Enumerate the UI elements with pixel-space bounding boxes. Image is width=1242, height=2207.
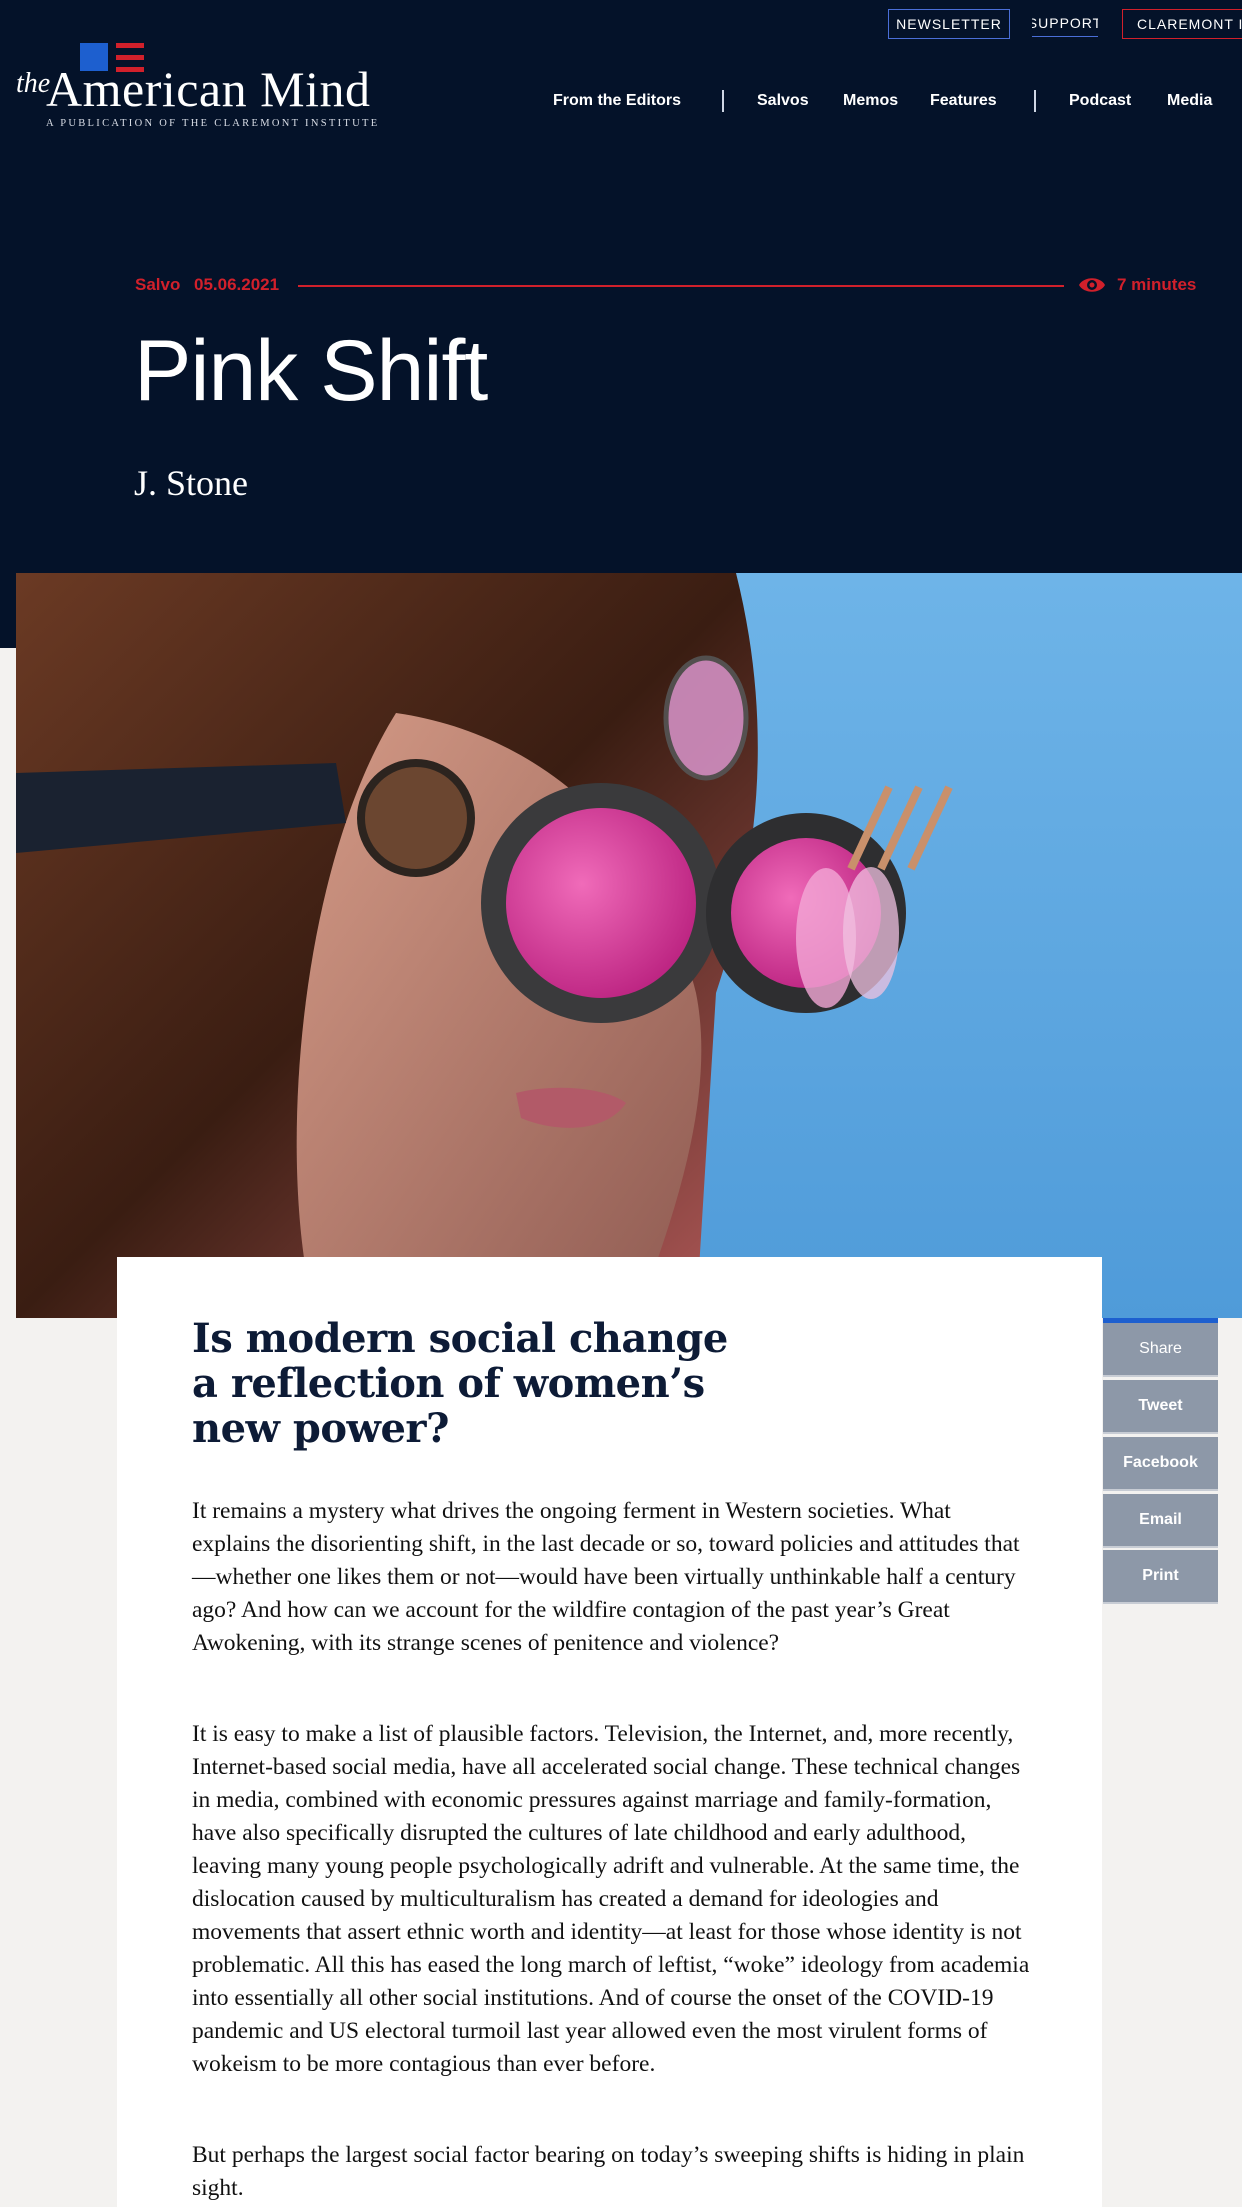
newsletter-button[interactable]: NEWSLETTER	[888, 9, 1010, 39]
claremont-institute-button[interactable]: CLAREMONT IN	[1122, 9, 1242, 39]
email-share-button[interactable]: Email	[1103, 1494, 1218, 1548]
nav-from-the-editors[interactable]: From the Editors	[553, 92, 681, 110]
site-logo[interactable]: the American Mind A PUBLICATION OF THE C…	[16, 38, 380, 134]
read-time: 7 minutes	[1117, 275, 1197, 294]
nav-podcast[interactable]: Podcast	[1069, 92, 1131, 110]
print-button[interactable]: Print	[1103, 1550, 1218, 1604]
facebook-share-button[interactable]: Facebook	[1103, 1437, 1218, 1491]
nav-features[interactable]: Features	[930, 92, 997, 110]
hero-illustration	[16, 573, 1242, 1318]
article-title: Pink Shift	[134, 323, 488, 419]
support-link[interactable]: SUPPORT	[1032, 9, 1098, 37]
article-paragraph: But perhaps the largest social factor be…	[192, 2142, 1025, 2201]
article-deck: Is modern social change a reflection of …	[192, 1315, 728, 1452]
article-paragraph: It is easy to make a list of plausible f…	[192, 1721, 1030, 2077]
logo-tagline: A PUBLICATION OF THE CLAREMONT INSTITUTE	[46, 118, 380, 129]
meta-divider-line	[298, 285, 1064, 287]
nav-divider	[722, 90, 724, 112]
nav-salvos[interactable]: Salvos	[757, 92, 809, 110]
logo-flag-stripe	[116, 43, 144, 48]
article-category[interactable]: Salvo	[135, 275, 180, 295]
tweet-button[interactable]: Tweet	[1103, 1380, 1218, 1434]
hero-image	[16, 573, 1242, 1318]
share-label: Share	[1103, 1323, 1218, 1377]
article-paragraph: It remains a mystery what drives the ong…	[192, 1498, 1020, 1656]
eye-icon	[1079, 278, 1105, 292]
nav-memos[interactable]: Memos	[843, 92, 898, 110]
article-author[interactable]: J. Stone	[134, 462, 248, 504]
nav-divider	[1034, 90, 1036, 112]
article-date: 05.06.2021	[194, 275, 280, 294]
logo-name-text: American Mind	[46, 61, 371, 117]
nav-media[interactable]: Media	[1167, 92, 1212, 110]
article-card-top	[117, 1257, 817, 1319]
